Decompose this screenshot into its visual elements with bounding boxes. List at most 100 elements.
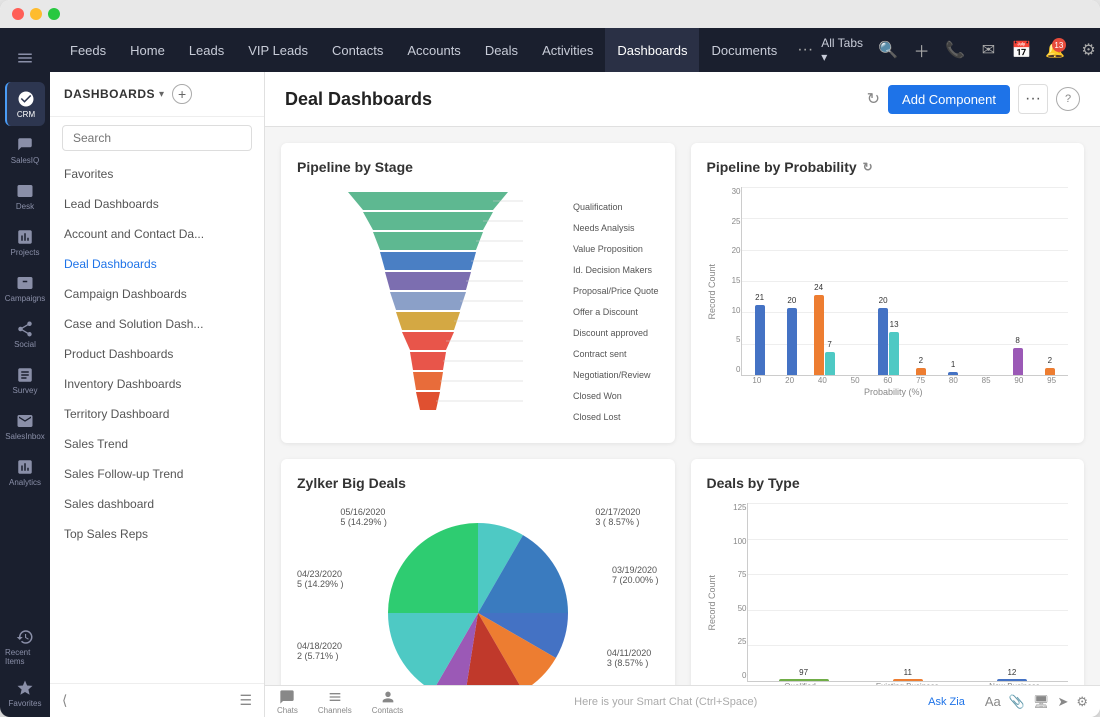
bottom-screen-icon[interactable]: 🖥 [1033,694,1050,710]
funnel-label-5: Offer a Discount [573,307,659,317]
more-options-button[interactable]: ··· [1018,84,1048,114]
notification-badge: 13 [1052,38,1066,52]
sidebar-nav-case[interactable]: Case and Solution Dash... [50,309,264,339]
funnel-label-4: Proposal/Price Quote [573,286,659,296]
add-icon[interactable]: ＋ [909,36,934,64]
notifications-icon[interactable]: 🔔 13 [1042,36,1067,64]
help-button[interactable]: ? [1056,87,1080,111]
funnel-label-9: Closed Won [573,391,659,401]
bottom-zoom-icon[interactable]: Aa [985,694,1001,709]
x-axis-title: Probability (%) [719,387,1069,397]
bottom-settings-icon[interactable]: ⚙ [1076,694,1088,710]
search-icon[interactable]: 🔍 [876,36,901,64]
sidebar-item-campaigns[interactable]: Campaigns [5,266,45,310]
pipeline-by-stage-card: Pipeline by Stage [281,143,675,443]
sidebar-nav-sales-trend[interactable]: Sales Trend [50,429,264,459]
nav-item-leads[interactable]: Leads [177,28,236,72]
hamburger-menu[interactable] [5,36,45,80]
channels-tab[interactable]: Channels [318,689,352,715]
nav-item-activities[interactable]: Activities [530,28,605,72]
sidebar-item-recent[interactable]: Recent Items [5,625,45,669]
close-button[interactable] [12,8,24,20]
nav-item-deals[interactable]: Deals [473,28,530,72]
funnel-label-10: Closed Lost [573,412,659,422]
nav-item-vip-leads[interactable]: VIP Leads [236,28,320,72]
nav-item-dashboards[interactable]: Dashboards [605,28,699,72]
sidebar-nav-favorites[interactable]: Favorites [50,159,264,189]
deals-grid [748,503,1069,681]
sidebar-nav: Favorites Lead Dashboards Account and Co… [50,159,264,683]
funnel-label-7: Contract sent [573,349,659,359]
all-tabs-button[interactable]: All Tabs ▾ [821,36,867,64]
sidebar-nav-top-sales[interactable]: Top Sales Reps [50,519,264,549]
bars-with-y: 30 25 20 15 10 5 0 [719,187,1069,376]
sidebar-item-favorites[interactable]: Favorites [5,671,45,715]
minimize-button[interactable] [30,8,42,20]
funnel-label-6: Discount approved [573,328,659,338]
deals-chart-area: Record Count 125 100 75 50 [707,503,1069,685]
sidebar-nav-account[interactable]: Account and Contact Da... [50,219,264,249]
sidebar-nav-campaign[interactable]: Campaign Dashboards [50,279,264,309]
contacts-tab[interactable]: Contacts [372,689,404,715]
sidebar-item-social[interactable]: Social [5,312,45,356]
nav-item-home[interactable]: Home [118,28,177,72]
nav-item-accounts[interactable]: Accounts [395,28,472,72]
bar-60-blue [878,308,888,375]
funnel-labels: Qualification Needs Analysis Value Propo… [569,187,659,427]
sidebar-item-salesiq[interactable]: SalesIQ [5,128,45,172]
settings-icon[interactable]: ⚙ [1076,36,1100,64]
pie-label-0423: 04/23/2020 5 (14.29% ) [297,569,344,589]
calls-icon[interactable]: 📞 [942,36,967,64]
bar-40-orange [814,295,824,375]
zylker-big-deals-title: Zylker Big Deals [297,475,659,491]
sidebar-nav-sales-dashboard[interactable]: Sales dashboard [50,489,264,519]
refresh-button[interactable]: ↻ [867,89,880,109]
projects-label: Projects [11,248,40,257]
nav-item-contacts[interactable]: Contacts [320,28,395,72]
probability-chart-area: Record Count 30 25 20 15 [707,187,1069,397]
sidebar-nav-deal[interactable]: Deal Dashboards [50,249,264,279]
sidebar-item-salesinbox[interactable]: SalesInbox [5,404,45,448]
nav-item-feeds[interactable]: Feeds [58,28,118,72]
funnel-container: Qualification Needs Analysis Value Propo… [297,187,659,427]
desk-label: Desk [16,202,34,211]
nav-right: All Tabs ▾ 🔍 ＋ 📞 ✉ 📅 🔔 13 ⚙ Z [821,36,1100,64]
sidebar-item-survey[interactable]: Survey [5,358,45,402]
recent-label: Recent Items [5,648,45,666]
bar-75-orange [916,368,926,375]
sidebar-collapse-icon[interactable]: ⟨ [62,692,67,709]
chart-content: 30 25 20 15 10 5 0 [719,187,1069,397]
sidebar-nav-inventory[interactable]: Inventory Dashboards [50,369,264,399]
sidebar-add-button[interactable]: + [172,84,192,104]
email-icon[interactable]: ✉ [976,36,1001,64]
bar-qualified [779,679,829,681]
y-axis-label-area: Record Count [707,187,717,397]
title-bar [0,0,1100,28]
sidebar-item-desk[interactable]: Desk [5,174,45,218]
sidebar-nav-territory[interactable]: Territory Dashboard [50,399,264,429]
sidebar-nav-lead[interactable]: Lead Dashboards [50,189,264,219]
bottom-send-icon[interactable]: ➤ [1057,694,1068,710]
ask-zia-button[interactable]: Ask Zia [928,696,965,708]
add-component-button[interactable]: Add Component [888,85,1010,114]
sidebar-view-icon[interactable]: ☰ [239,692,252,709]
sidebar-nav-product[interactable]: Product Dashboards [50,339,264,369]
smart-chat-input[interactable]: Here is your Smart Chat (Ctrl+Space) [423,696,908,708]
refresh-chart-icon[interactable]: ↻ [863,160,873,174]
sidebar-item-analytics[interactable]: Analytics [5,450,45,494]
bottom-attach-icon[interactable]: 📎 [1009,694,1025,710]
sidebar-nav-sales-followup[interactable]: Sales Follow-up Trend [50,459,264,489]
calendar-icon[interactable]: 📅 [1009,36,1034,64]
nav-more-button[interactable]: ··· [789,41,821,59]
chats-tab[interactable]: Chats [277,689,298,715]
sidebar-item-crm[interactable]: CRM [5,82,45,126]
bar-10-blue [755,305,765,375]
pie-chart-container: 02/17/2020 3 ( 8.57% ) 03/19/2020 7 (20.… [297,503,659,685]
fullscreen-button[interactable] [48,8,60,20]
search-input[interactable] [62,125,252,151]
y-ticks: 30 25 20 15 10 5 0 [719,187,741,376]
sidebar-dropdown[interactable]: ▾ [159,89,164,100]
nav-item-documents[interactable]: Documents [699,28,789,72]
sidebar-item-projects[interactable]: Projects [5,220,45,264]
bar-group-80: 1 [939,372,967,375]
